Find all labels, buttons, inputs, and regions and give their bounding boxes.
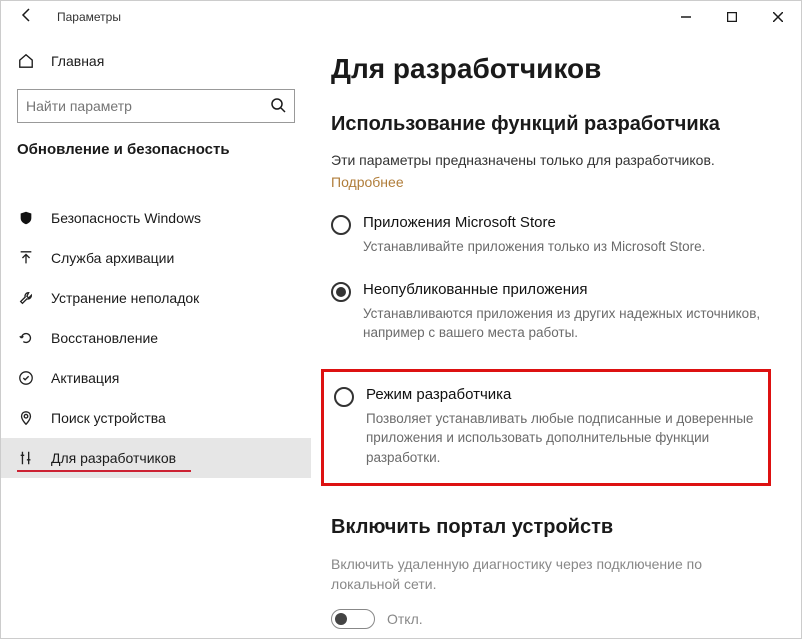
radio-developer-mode[interactable]: Режим разработчика Позволяет устанавлива… <box>334 384 758 470</box>
radio-label: Неопубликованные приложения <box>363 281 771 298</box>
radio-icon <box>331 282 351 302</box>
toggle-row: Откл. <box>331 609 771 629</box>
section-header: Обновление и безопасность <box>1 141 311 170</box>
highlight-underline <box>17 470 191 472</box>
nav-list: Безопасность Windows Служба архивации Ус… <box>1 198 311 478</box>
search-input[interactable] <box>26 98 270 114</box>
location-icon <box>17 410 35 426</box>
section-title-dev-features: Использование функций разработчика <box>331 113 771 136</box>
sidebar-item-label: Для разработчиков <box>51 450 176 466</box>
home-label: Главная <box>51 53 104 69</box>
radio-store-apps[interactable]: Приложения Microsoft Store Устанавливайт… <box>331 212 771 259</box>
minimize-button[interactable] <box>663 1 709 33</box>
window-title: Параметры <box>47 10 663 24</box>
back-button[interactable] <box>7 7 47 28</box>
wrench-icon <box>17 290 35 306</box>
device-portal-toggle[interactable] <box>331 609 375 629</box>
radio-label: Режим разработчика <box>366 386 758 403</box>
sidebar-item-label: Восстановление <box>51 330 158 346</box>
backup-icon <box>17 250 35 266</box>
search-box[interactable] <box>17 89 295 123</box>
titlebar: Параметры <box>1 1 801 33</box>
sidebar-item-label: Устранение неполадок <box>51 290 199 306</box>
page-title: Для разработчиков <box>331 53 771 85</box>
sidebar-item-label: Безопасность Windows <box>51 210 201 226</box>
sidebar-item-recovery[interactable]: Восстановление <box>1 318 311 358</box>
section-desc: Эти параметры предназначены только для р… <box>331 152 771 168</box>
radio-sub: Устанавливайте приложения только из Micr… <box>363 237 705 257</box>
sidebar-item-label: Поиск устройства <box>51 410 166 426</box>
maximize-button[interactable] <box>709 1 755 33</box>
check-icon <box>17 370 35 386</box>
sliders-icon <box>17 450 35 466</box>
section-title-device-portal: Включить портал устройств <box>331 516 771 539</box>
radio-sub: Устанавливаются приложения из других над… <box>363 304 771 343</box>
shield-icon <box>17 210 35 226</box>
recovery-icon <box>17 330 35 346</box>
highlight-box: Режим разработчика Позволяет устанавлива… <box>321 369 771 487</box>
portal-desc: Включить удаленную диагностику через под… <box>331 555 771 594</box>
toggle-label: Откл. <box>387 611 423 627</box>
sidebar-item-backup[interactable]: Служба архивации <box>1 238 311 278</box>
radio-icon <box>331 215 351 235</box>
sidebar-item-troubleshoot[interactable]: Устранение неполадок <box>1 278 311 318</box>
radio-group: Приложения Microsoft Store Устанавливайт… <box>331 212 771 490</box>
radio-icon <box>334 387 354 407</box>
radio-label: Приложения Microsoft Store <box>363 214 705 231</box>
sidebar-item-label: Служба архивации <box>51 250 174 266</box>
sidebar-item-label: Активация <box>51 370 119 386</box>
radio-sub: Позволяет устанавливать любые подписанны… <box>366 409 758 468</box>
sidebar-item-developers[interactable]: Для разработчиков <box>1 438 311 478</box>
sidebar: Главная Обновление и безопасность Безопа… <box>1 33 311 638</box>
content-pane: Для разработчиков Использование функций … <box>311 33 801 638</box>
radio-sideload[interactable]: Неопубликованные приложения Устанавливаю… <box>331 279 771 345</box>
sidebar-item-find-device[interactable]: Поиск устройства <box>1 398 311 438</box>
search-icon <box>270 97 286 116</box>
home-icon <box>17 53 35 69</box>
home-nav[interactable]: Главная <box>1 43 311 79</box>
sidebar-item-security[interactable]: Безопасность Windows <box>1 198 311 238</box>
sidebar-item-activation[interactable]: Активация <box>1 358 311 398</box>
learn-more-link[interactable]: Подробнее <box>331 174 404 190</box>
close-button[interactable] <box>755 1 801 33</box>
